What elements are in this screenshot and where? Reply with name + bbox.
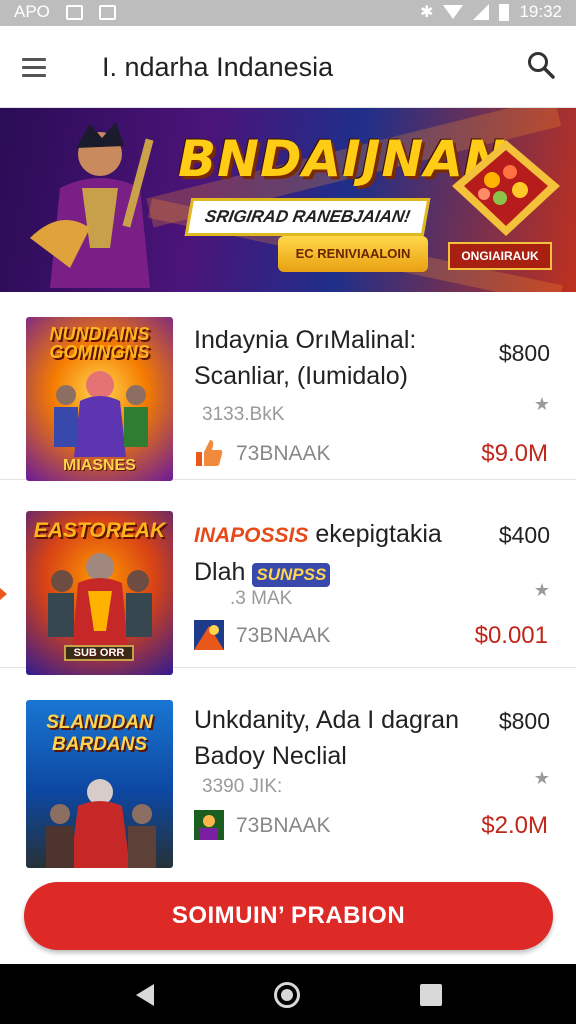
product-list: NUNDIAINS GOMINGNS MIASNES Indaynia OrıM… xyxy=(0,292,576,868)
item-title: INAPOSSIS ekepigtakia Dlah SUNPSS xyxy=(194,516,468,590)
home-icon[interactable] xyxy=(274,982,300,1008)
star-icon[interactable]: ★ xyxy=(534,580,550,601)
item-price: $800 xyxy=(498,340,550,366)
item-seller: 73BNAAK xyxy=(236,814,331,837)
item-title: Unkdanity, Ada I dagran Badoy Neclial xyxy=(194,706,459,770)
item-title: Indaynia OrıMalinal: Scanliar, (Iumidalo… xyxy=(194,326,417,390)
game-thumbnail: EASTOREAK SUB ORR xyxy=(26,511,173,675)
item-price: $800 xyxy=(498,708,550,734)
promo-banner[interactable]: BNDAIJNAN SRIGIRAD RANEBJAIAN! EC RENIVI… xyxy=(0,108,576,292)
recents-icon[interactable] xyxy=(420,984,442,1006)
banner-subline: SRIGIRAD RANEBJAIAN! xyxy=(184,198,431,236)
banner-hero-illustration xyxy=(30,122,154,288)
game-thumbnail: NUNDIAINS GOMINGNS MIASNES xyxy=(26,317,173,481)
status-bar-right: ✱ 19:32 xyxy=(420,2,562,22)
status-carrier-text: APO xyxy=(14,2,50,21)
bluetooth-icon: ✱ xyxy=(420,4,434,21)
app-bar: I. ndarha Indanesia xyxy=(0,26,576,108)
item-sale-price: $9.0M xyxy=(481,440,548,467)
list-item[interactable]: EASTOREAK SUB ORR INAPOSSIS ekepigtakia … xyxy=(0,480,576,675)
status-time: 19:32 xyxy=(519,2,562,21)
game-thumbnail: SLANDDAN BARDANS xyxy=(26,700,173,868)
image-notification-icon xyxy=(65,4,83,20)
banner-food-label: ONGIAIRAUK xyxy=(448,242,552,270)
status-bar-left: APO xyxy=(14,2,116,22)
thumbnail-characters xyxy=(48,553,152,651)
thumbnail-characters xyxy=(46,779,156,868)
item-title-tag: INAPOSSIS xyxy=(194,524,309,547)
list-item[interactable]: SLANDDAN BARDANS Unkdanity, Ada I dagran… xyxy=(0,668,576,868)
wifi-icon xyxy=(443,5,464,19)
item-meta: 3133.BkK xyxy=(202,404,285,425)
item-price: $400 xyxy=(498,522,550,548)
list-item[interactable]: NUNDIAINS GOMINGNS MIASNES Indaynia OrıM… xyxy=(0,292,576,481)
food-platter-icon xyxy=(452,140,560,236)
item-meta: .3 MAK xyxy=(230,588,293,609)
star-icon[interactable]: ★ xyxy=(534,394,550,415)
back-icon[interactable] xyxy=(136,984,154,1006)
scroll-indicator-icon xyxy=(0,588,7,600)
check-notification-icon xyxy=(98,4,116,20)
seller-avatar-icon xyxy=(194,810,224,840)
thumbnail-characters xyxy=(54,371,148,457)
banner-cta-button[interactable]: EC RENIVIAALOIN xyxy=(278,236,428,272)
seller-thumbs-up-icon xyxy=(196,440,223,466)
item-sale-price: $0.001 xyxy=(474,622,548,649)
thumbnail-title: SLANDDAN BARDANS xyxy=(46,712,153,755)
signal-icon xyxy=(473,4,490,20)
cta-area: SOIMUIN’ PRABION xyxy=(0,868,576,964)
battery-icon xyxy=(499,3,510,21)
star-icon[interactable]: ★ xyxy=(534,768,550,789)
status-bar: APO ✱ 19:32 xyxy=(0,0,576,26)
item-sale-price: $2.0M xyxy=(481,812,548,839)
search-icon[interactable] xyxy=(526,50,556,80)
item-meta: 3390 JIK: xyxy=(202,776,283,797)
app-title: I. ndarha Indanesia xyxy=(102,52,334,82)
hamburger-menu-icon[interactable] xyxy=(22,56,48,78)
seller-avatar-icon xyxy=(194,620,224,650)
primary-cta-button[interactable]: SOIMUIN’ PRABION xyxy=(24,882,553,950)
item-seller: 73BNAAK xyxy=(236,624,331,647)
thumbnail-footer: SUB ORR xyxy=(64,645,134,661)
item-seller: 73BNAAK xyxy=(236,442,331,465)
thumbnail-footer: MIASNES xyxy=(63,457,136,474)
thumbnail-title: NUNDIAINS GOMINGNS xyxy=(49,324,150,362)
system-nav-bar xyxy=(0,964,576,1024)
item-title-badge: SUNPSS xyxy=(252,563,331,587)
thumbnail-title: EASTOREAK xyxy=(33,519,166,542)
